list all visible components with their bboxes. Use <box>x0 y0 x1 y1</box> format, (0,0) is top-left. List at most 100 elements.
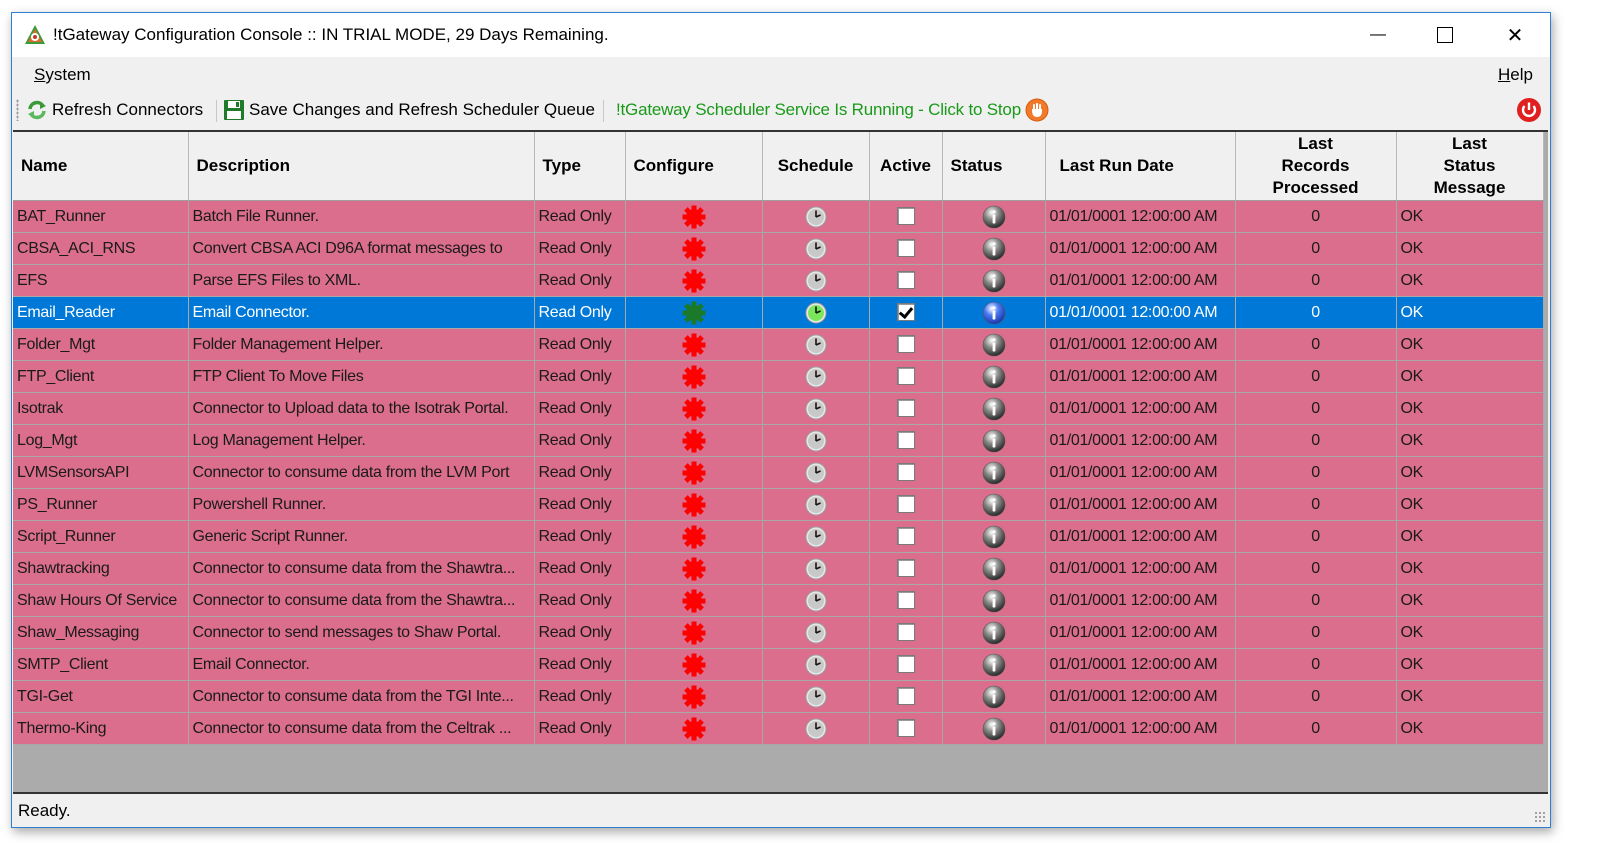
cell-description[interactable]: Email Connector. <box>188 648 535 681</box>
cell-name[interactable]: Shaw_Messaging <box>13 616 189 649</box>
cell-active[interactable] <box>869 616 943 649</box>
column-header-last-records-processed[interactable]: Last Records Processed <box>1235 132 1397 201</box>
schedule-clock-icon[interactable] <box>805 622 827 644</box>
cell-configure[interactable] <box>625 616 763 649</box>
status-info-icon[interactable] <box>982 493 1006 517</box>
maximize-button[interactable] <box>1415 13 1475 57</box>
cell-description[interactable]: Connector to consume data from the LVM P… <box>188 456 535 489</box>
configure-gear-icon[interactable] <box>682 621 706 645</box>
status-info-icon[interactable] <box>982 557 1006 581</box>
schedule-clock-icon[interactable] <box>805 366 827 388</box>
cell-type[interactable]: Read Only <box>534 360 626 393</box>
power-button[interactable] <box>1516 97 1546 123</box>
cell-active[interactable] <box>869 712 943 745</box>
cell-type[interactable]: Read Only <box>534 520 626 553</box>
menu-system[interactable]: System <box>34 65 91 85</box>
refresh-connectors-button[interactable]: Refresh Connectors <box>26 97 203 123</box>
active-checkbox[interactable] <box>896 655 915 674</box>
connector-row[interactable]: PS_Runner Powershell Runner. Read Only 0… <box>13 488 1544 521</box>
menu-help[interactable]: Help <box>1498 65 1533 85</box>
cell-active[interactable] <box>869 328 943 361</box>
cell-name[interactable]: SMTP_Client <box>13 648 189 681</box>
status-info-icon[interactable] <box>982 205 1006 229</box>
cell-schedule[interactable] <box>762 424 870 457</box>
cell-name[interactable]: Isotrak <box>13 392 189 425</box>
cell-schedule[interactable] <box>762 264 870 297</box>
schedule-clock-icon[interactable] <box>805 558 827 580</box>
schedule-clock-icon[interactable] <box>805 526 827 548</box>
cell-active[interactable] <box>869 200 943 233</box>
cell-configure[interactable] <box>625 552 763 585</box>
cell-active[interactable] <box>869 648 943 681</box>
cell-configure[interactable] <box>625 424 763 457</box>
cell-name[interactable]: Thermo-King <box>13 712 189 745</box>
connector-row[interactable]: SMTP_Client Email Connector. Read Only 0… <box>13 648 1544 681</box>
status-info-icon[interactable] <box>982 589 1006 613</box>
cell-status[interactable] <box>942 584 1046 617</box>
cell-name[interactable]: TGI-Get <box>13 680 189 713</box>
cell-active[interactable] <box>869 552 943 585</box>
schedule-clock-icon[interactable] <box>805 302 827 324</box>
cell-status[interactable] <box>942 392 1046 425</box>
cell-description[interactable]: Convert CBSA ACI D96A format messages to <box>188 232 535 265</box>
schedule-clock-icon[interactable] <box>805 398 827 420</box>
cell-description[interactable]: Email Connector. <box>188 296 535 329</box>
active-checkbox[interactable] <box>896 207 915 226</box>
connector-row[interactable]: FTP_Client FTP Client To Move Files Read… <box>13 360 1544 393</box>
scheduler-service-toggle[interactable]: !tGateway Scheduler Service Is Running -… <box>616 97 1053 123</box>
schedule-clock-icon[interactable] <box>805 270 827 292</box>
configure-gear-icon[interactable] <box>682 493 706 517</box>
cell-status[interactable] <box>942 456 1046 489</box>
cell-schedule[interactable] <box>762 520 870 553</box>
cell-type[interactable]: Read Only <box>534 552 626 585</box>
cell-type[interactable]: Read Only <box>534 456 626 489</box>
cell-active[interactable] <box>869 392 943 425</box>
cell-schedule[interactable] <box>762 488 870 521</box>
cell-schedule[interactable] <box>762 552 870 585</box>
column-header-configure[interactable]: Configure <box>625 132 763 201</box>
configure-gear-icon[interactable] <box>682 333 706 357</box>
cell-configure[interactable] <box>625 296 763 329</box>
cell-description[interactable]: FTP Client To Move Files <box>188 360 535 393</box>
cell-description[interactable]: Log Management Helper. <box>188 424 535 457</box>
active-checkbox[interactable] <box>896 399 915 418</box>
schedule-clock-icon[interactable] <box>805 238 827 260</box>
cell-status[interactable] <box>942 328 1046 361</box>
configure-gear-icon[interactable] <box>682 653 706 677</box>
cell-configure[interactable] <box>625 200 763 233</box>
cell-active[interactable] <box>869 488 943 521</box>
active-checkbox[interactable] <box>896 303 915 322</box>
schedule-clock-icon[interactable] <box>805 462 827 484</box>
cell-type[interactable]: Read Only <box>534 328 626 361</box>
schedule-clock-icon[interactable] <box>805 494 827 516</box>
cell-configure[interactable] <box>625 328 763 361</box>
cell-configure[interactable] <box>625 648 763 681</box>
connector-row[interactable]: Thermo-King Connector to consume data fr… <box>13 712 1544 745</box>
cell-description[interactable]: Generic Script Runner. <box>188 520 535 553</box>
resize-grip[interactable] <box>1534 811 1546 823</box>
cell-active[interactable] <box>869 360 943 393</box>
cell-status[interactable] <box>942 680 1046 713</box>
cell-type[interactable]: Read Only <box>534 584 626 617</box>
cell-configure[interactable] <box>625 584 763 617</box>
cell-status[interactable] <box>942 200 1046 233</box>
cell-name[interactable]: Shawtracking <box>13 552 189 585</box>
cell-status[interactable] <box>942 488 1046 521</box>
minimize-button[interactable]: — <box>1348 13 1408 57</box>
cell-configure[interactable] <box>625 360 763 393</box>
active-checkbox[interactable] <box>896 495 915 514</box>
cell-configure[interactable] <box>625 520 763 553</box>
cell-schedule[interactable] <box>762 296 870 329</box>
configure-gear-icon[interactable] <box>682 525 706 549</box>
status-info-icon[interactable] <box>982 365 1006 389</box>
status-info-icon[interactable] <box>982 333 1006 357</box>
schedule-clock-icon[interactable] <box>805 590 827 612</box>
cell-active[interactable] <box>869 232 943 265</box>
configure-gear-icon[interactable] <box>682 717 706 741</box>
cell-type[interactable]: Read Only <box>534 680 626 713</box>
cell-schedule[interactable] <box>762 232 870 265</box>
cell-configure[interactable] <box>625 392 763 425</box>
cell-description[interactable]: Connector to send messages to Shaw Porta… <box>188 616 535 649</box>
cell-status[interactable] <box>942 360 1046 393</box>
schedule-clock-icon[interactable] <box>805 686 827 708</box>
